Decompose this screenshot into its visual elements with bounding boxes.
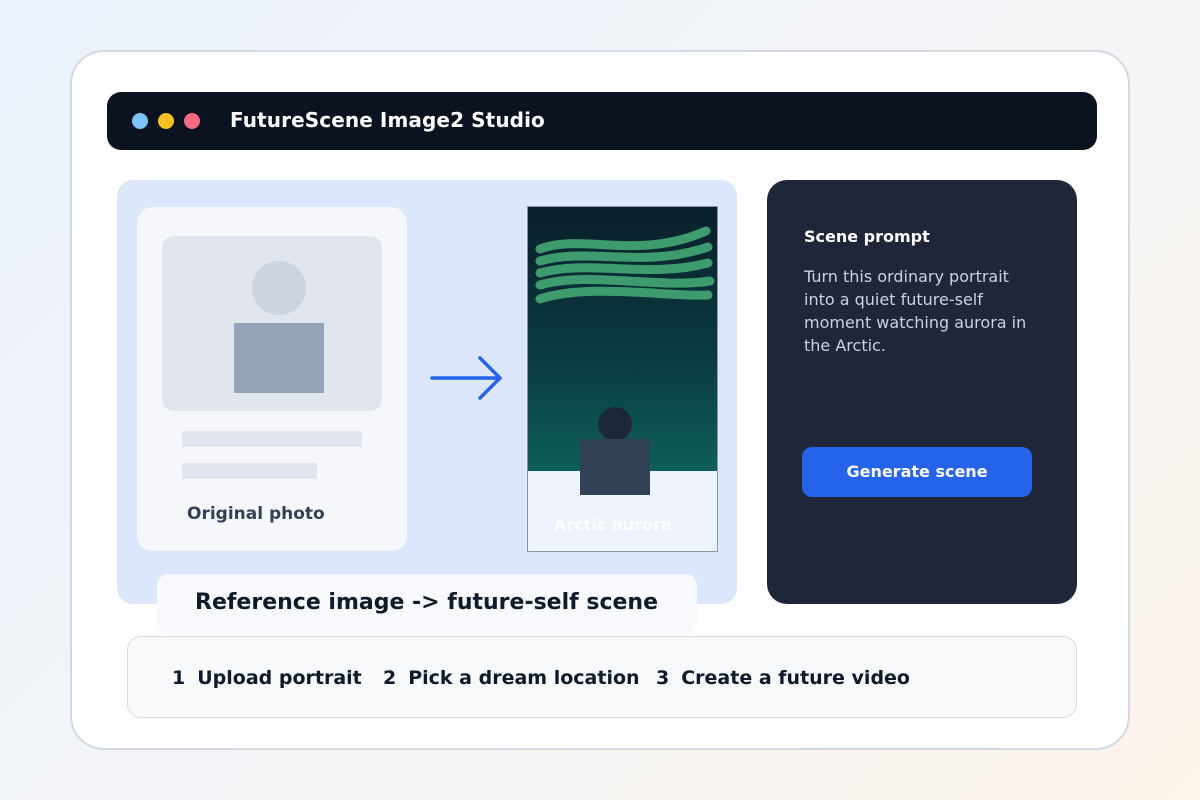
steps-bar: 1 Upload portrait 2 Pick a dream location … — [127, 636, 1077, 718]
placeholder-text-line — [182, 463, 317, 479]
placeholder-head — [252, 261, 306, 315]
original-photo-label: Original photo — [187, 504, 325, 524]
placeholder-body — [234, 323, 324, 393]
aurora-icon — [535, 226, 715, 304]
scene-label: Arctic aurora — [554, 515, 672, 534]
figure-head — [598, 407, 632, 441]
app-window: FutureScene Image2 Studio Original photo — [70, 50, 1130, 750]
window-dot-yellow[interactable] — [158, 113, 174, 129]
caption-card: Reference image -> future-self scene — [157, 574, 697, 634]
step-number: 3 — [656, 667, 670, 689]
generate-scene-button[interactable]: Generate scene — [802, 447, 1032, 497]
step-create-video[interactable]: 3 Create a future video — [656, 667, 910, 689]
step-label: Pick a dream location — [408, 667, 640, 689]
canvas-panel: Original photo Arctic aurora Reference i… — [117, 180, 737, 634]
caption-text: Reference image -> future-self scene — [195, 590, 659, 615]
original-photo-card[interactable]: Original photo — [137, 207, 407, 551]
prompt-heading: Scene prompt — [804, 227, 930, 246]
window-dot-pink[interactable] — [184, 113, 200, 129]
placeholder-text-line — [182, 431, 362, 447]
step-label: Upload portrait — [197, 667, 362, 689]
window-dot-blue[interactable] — [132, 113, 148, 129]
step-number: 2 — [383, 667, 397, 689]
figure-body — [580, 439, 650, 495]
generated-scene-card[interactable]: Arctic aurora — [527, 206, 718, 552]
step-number: 1 — [172, 667, 186, 689]
prompt-text[interactable]: Turn this ordinary portrait into a quiet… — [804, 265, 1044, 357]
prompt-panel: Scene prompt Turn this ordinary portrait… — [767, 180, 1077, 604]
step-pick-location[interactable]: 2 Pick a dream location — [383, 667, 640, 689]
title-bar: FutureScene Image2 Studio — [107, 92, 1097, 150]
step-upload-portrait[interactable]: 1 Upload portrait — [172, 667, 362, 689]
arrow-right-icon — [430, 356, 502, 400]
photo-placeholder — [162, 236, 382, 411]
app-title: FutureScene Image2 Studio — [230, 108, 545, 132]
step-label: Create a future video — [681, 667, 910, 689]
